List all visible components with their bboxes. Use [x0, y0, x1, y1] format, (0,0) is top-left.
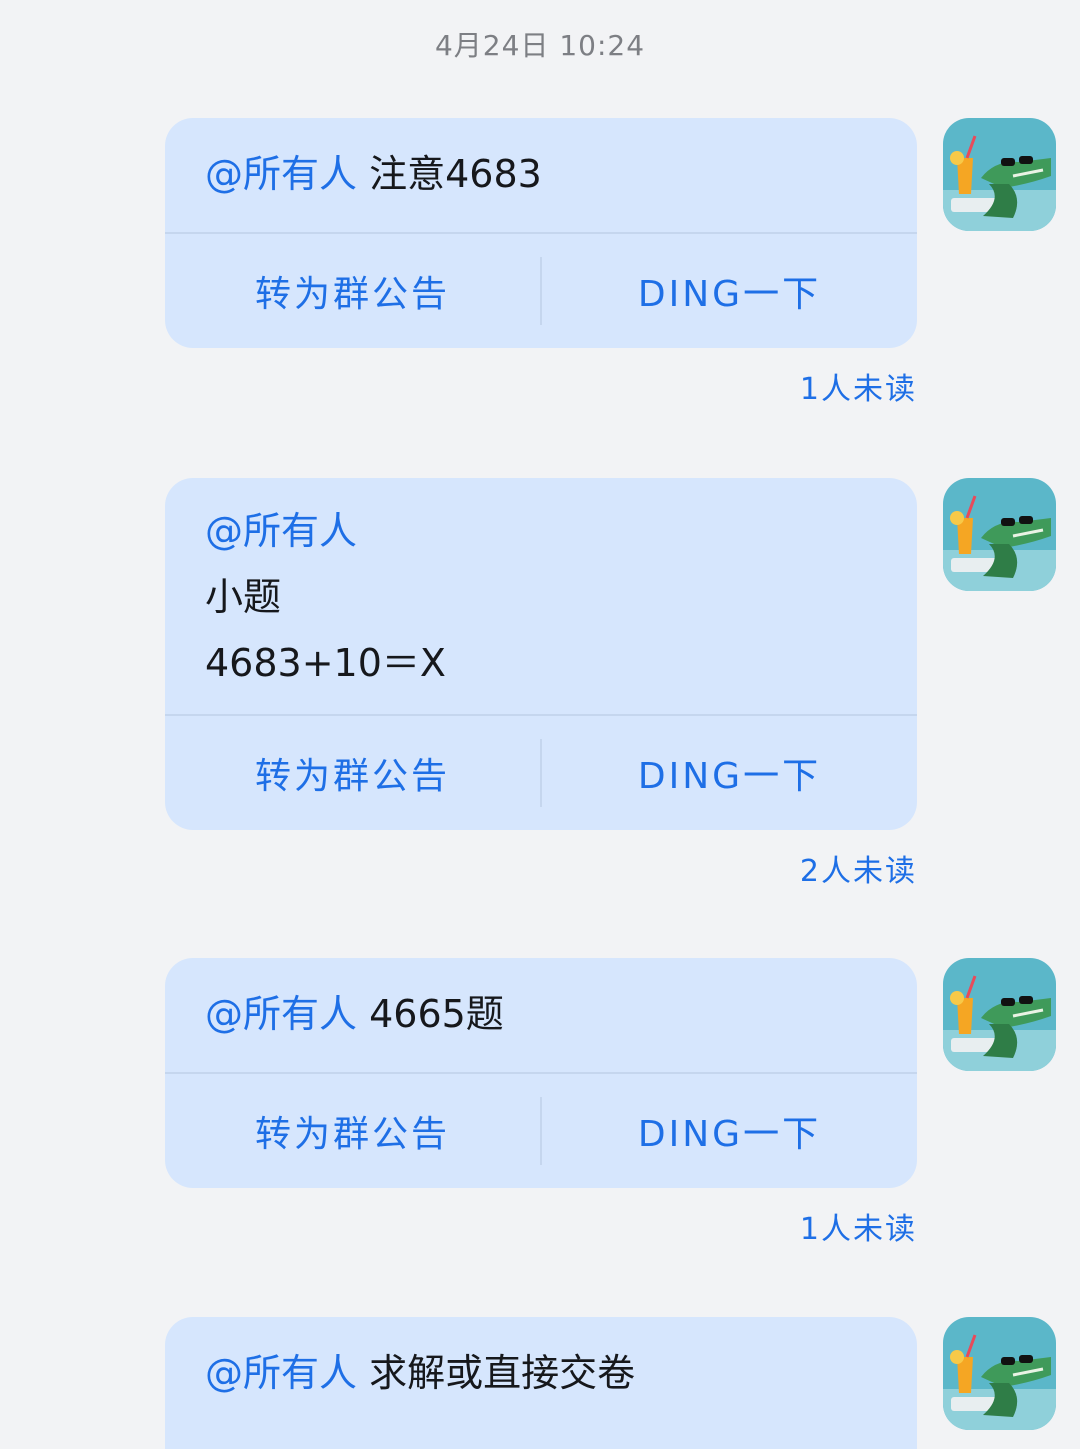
unread-count[interactable]: 1人未读 — [165, 1204, 917, 1248]
message-bubble[interactable]: @所有人 4665题 转为群公告 DING一下 — [165, 958, 917, 1188]
message-text: 求解或直接交卷 — [357, 1351, 636, 1395]
crocodile-sunglasses-avatar-icon[interactable] — [943, 478, 1056, 591]
message-text: 4665题 — [357, 992, 504, 1036]
message-actions: 转为群公告 DING一下 — [165, 714, 917, 830]
message-bubble[interactable]: @所有人 小题 4683+10＝X 转为群公告 DING一下 — [165, 478, 917, 830]
crocodile-sunglasses-avatar-icon[interactable] — [943, 958, 1056, 1071]
mention-all[interactable]: @所有人 — [205, 1351, 357, 1395]
mention-all[interactable]: @所有人 — [205, 509, 357, 553]
unread-count[interactable]: 2人未读 — [165, 846, 917, 890]
ding-button[interactable]: DING一下 — [542, 1105, 917, 1157]
message-card[interactable]: @所有人 注意4683 转为群公告 DING一下 1人未读 — [165, 118, 917, 408]
convert-to-announcement-button[interactable]: 转为群公告 — [165, 1105, 540, 1157]
message-card[interactable]: @所有人 求解或直接交卷 — [165, 1317, 917, 1449]
message-text-line: 4683+10＝X — [205, 641, 446, 685]
ding-button[interactable]: DING一下 — [542, 265, 917, 317]
message-bubble[interactable]: @所有人 注意4683 转为群公告 DING一下 — [165, 118, 917, 348]
unread-count[interactable]: 1人未读 — [165, 364, 917, 408]
message-card[interactable]: @所有人 4665题 转为群公告 DING一下 1人未读 — [165, 958, 917, 1248]
ding-button[interactable]: DING一下 — [542, 747, 917, 799]
message-bubble[interactable]: @所有人 求解或直接交卷 — [165, 1317, 917, 1449]
message-actions: 转为群公告 DING一下 — [165, 232, 917, 348]
convert-to-announcement-button[interactable]: 转为群公告 — [165, 747, 540, 799]
message-text-line: 小题 — [205, 575, 282, 619]
message-card[interactable]: @所有人 小题 4683+10＝X 转为群公告 DING一下 2人未读 — [165, 478, 917, 890]
message-text: 注意4683 — [357, 152, 542, 196]
chat-timestamp: 4月24日 10:24 — [434, 29, 646, 62]
crocodile-sunglasses-avatar-icon[interactable] — [943, 118, 1056, 231]
mention-all[interactable]: @所有人 — [205, 992, 357, 1036]
crocodile-sunglasses-avatar-icon[interactable] — [943, 1317, 1056, 1430]
mention-all[interactable]: @所有人 — [205, 152, 357, 196]
message-actions: 转为群公告 DING一下 — [165, 1072, 917, 1188]
convert-to-announcement-button[interactable]: 转为群公告 — [165, 265, 540, 317]
